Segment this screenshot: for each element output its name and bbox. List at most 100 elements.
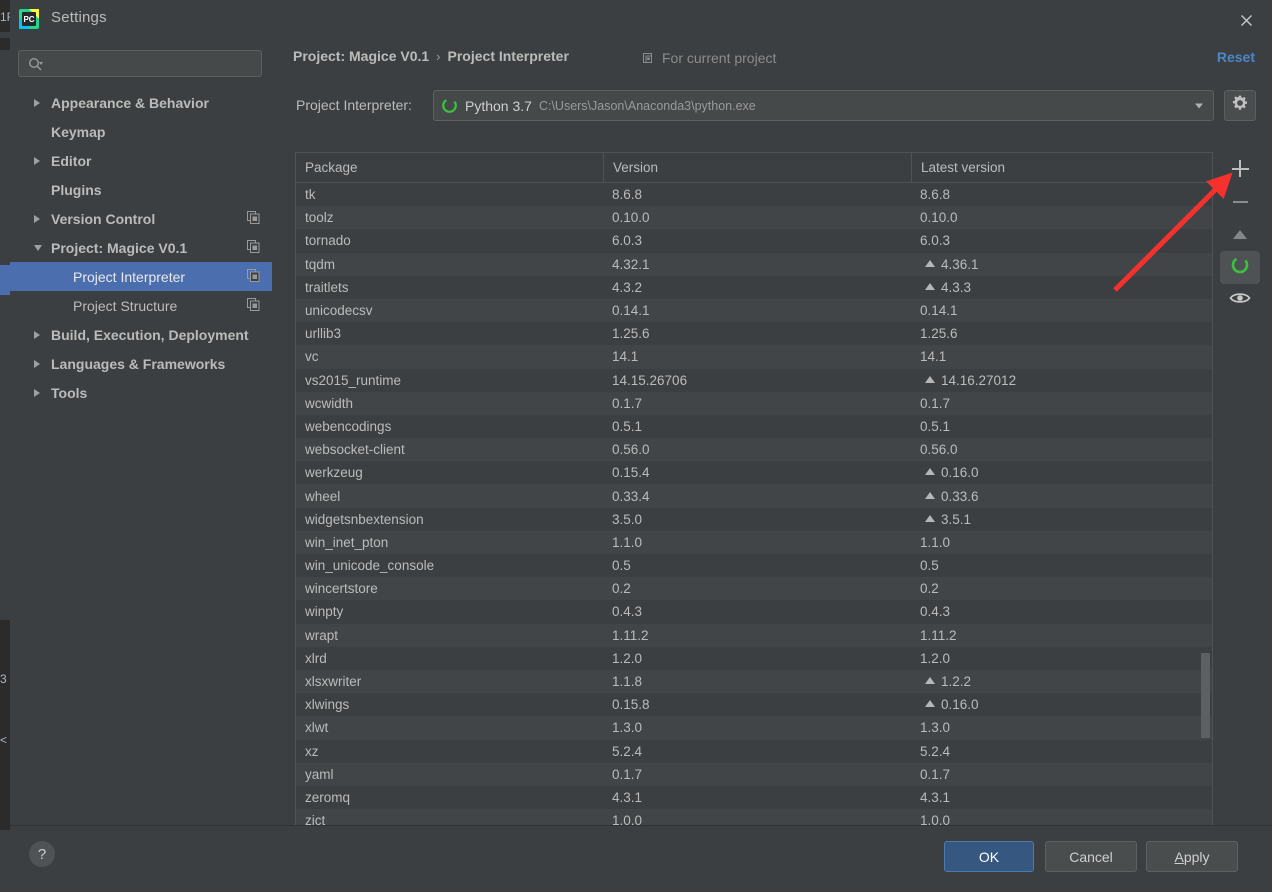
interpreter-settings-button[interactable]: [1224, 90, 1256, 121]
copy-settings-icon[interactable]: [247, 239, 260, 256]
chevron-right-icon[interactable]: [34, 388, 40, 397]
copy-settings-icon[interactable]: [247, 297, 260, 314]
cell-latest-version: 4.3.3: [911, 276, 1212, 299]
cancel-button[interactable]: Cancel: [1045, 841, 1137, 872]
table-row[interactable]: werkzeug 0.15.4 0.16.0: [296, 461, 1212, 485]
latest-version-text: 0.4.3: [920, 604, 951, 620]
cell-version: 0.33.4: [612, 488, 650, 504]
cell-package: tornado: [305, 233, 351, 249]
table-row[interactable]: traitlets 4.3.2 4.3.3: [296, 275, 1212, 299]
latest-version-text: 4.3.1: [920, 789, 951, 805]
cell-version: 1.3.0: [612, 720, 643, 736]
column-header-version[interactable]: Version: [603, 153, 911, 182]
cell-package: xlrd: [305, 650, 327, 666]
table-row[interactable]: wincertstore 0.2 0.2: [296, 577, 1212, 601]
svg-text:PC: PC: [23, 15, 34, 24]
sidebar-item-build-execution-deployment[interactable]: Build, Execution, Deployment: [10, 320, 272, 349]
for-current-project-label: For current project: [662, 50, 777, 66]
table-row[interactable]: xlrd 1.2.0 1.2.0: [296, 646, 1212, 670]
settings-tree: Appearance & Behavior Keymap Editor Plugins…: [10, 88, 272, 407]
table-row[interactable]: xlsxwriter 1.1.8 1.2.2: [296, 669, 1212, 694]
table-row[interactable]: winpty 0.4.3 0.4.3: [296, 600, 1212, 624]
cell-package: vs2015_runtime: [305, 372, 402, 388]
chevron-down-icon[interactable]: [34, 244, 42, 251]
table-row[interactable]: win_unicode_console 0.5 0.5: [296, 554, 1212, 578]
table-row[interactable]: win_inet_pton 1.1.0 1.1.0: [296, 530, 1212, 554]
cell-package: tk: [305, 187, 316, 203]
table-row[interactable]: widgetsnbextension 3.5.0 3.5.1: [296, 507, 1212, 531]
latest-version-text: 5.2.4: [920, 743, 951, 759]
packages-toolbar: [1220, 152, 1260, 828]
sidebar-item-project-structure[interactable]: Project Structure: [10, 291, 272, 320]
refresh-packages-button[interactable]: [1220, 251, 1260, 284]
table-row[interactable]: tqdm 4.32.1 4.36.1: [296, 252, 1212, 276]
sidebar-item-tools[interactable]: Tools: [10, 378, 272, 407]
sidebar-item-languages-frameworks[interactable]: Languages & Frameworks: [10, 349, 272, 378]
sidebar-item-editor[interactable]: Editor: [10, 146, 272, 175]
show-early-releases-button[interactable]: [1220, 284, 1260, 317]
table-row[interactable]: unicodecsv 0.14.1 0.14.1: [296, 298, 1212, 323]
table-row[interactable]: vs2015_runtime 14.15.26706 14.16.27012: [296, 368, 1212, 392]
table-row[interactable]: xz 5.2.4 5.2.4: [296, 739, 1212, 763]
copy-settings-icon[interactable]: [247, 210, 260, 227]
latest-version-text: 0.5: [920, 558, 939, 574]
upgrade-package-button[interactable]: [1220, 218, 1260, 251]
table-row[interactable]: wrapt 1.11.2 1.11.2: [296, 623, 1212, 647]
search-input[interactable]: [18, 50, 262, 77]
copy-settings-icon[interactable]: [247, 268, 260, 285]
table-row[interactable]: webencodings 0.5.1 0.5.1: [296, 414, 1212, 439]
interpreter-dropdown[interactable]: Python 3.7 C:\Users\Jason\Anaconda3\pyth…: [433, 90, 1214, 121]
table-row[interactable]: xlwings 0.15.8 0.16.0: [296, 693, 1212, 717]
dialog-footer: ? OK Cancel Apply: [10, 825, 1272, 892]
chevron-right-icon[interactable]: [34, 359, 40, 368]
table-row[interactable]: wheel 0.33.4 0.33.6: [296, 484, 1212, 508]
column-header-latest-version[interactable]: Latest version: [911, 153, 1212, 182]
reset-link[interactable]: Reset: [1217, 49, 1255, 65]
sidebar-item-appearance-behavior[interactable]: Appearance & Behavior: [10, 88, 272, 117]
cell-latest-version: 0.2: [911, 577, 1212, 600]
interpreter-label: Project Interpreter:: [296, 97, 412, 113]
cell-version: 0.4.3: [612, 604, 643, 620]
add-package-button[interactable]: [1220, 152, 1260, 185]
table-row[interactable]: urllib3 1.25.6 1.25.6: [296, 322, 1212, 346]
scrollbar-thumb[interactable]: [1201, 653, 1210, 738]
sidebar-item-version-control[interactable]: Version Control: [10, 204, 272, 233]
table-row[interactable]: zeromq 4.3.1 4.3.1: [296, 785, 1212, 810]
table-row[interactable]: websocket-client 0.56.0 0.56.0: [296, 438, 1212, 462]
help-button[interactable]: ?: [29, 841, 55, 867]
chevron-right-icon[interactable]: [34, 330, 40, 339]
apply-button[interactable]: Apply: [1146, 841, 1238, 872]
breadcrumb-parent[interactable]: Project: Magice V0.1: [293, 48, 429, 64]
ok-button[interactable]: OK: [944, 841, 1034, 872]
table-row[interactable]: xlwt 1.3.0 1.3.0: [296, 716, 1212, 740]
table-row[interactable]: wcwidth 0.1.7 0.1.7: [296, 391, 1212, 415]
latest-version-text: 14.1: [920, 349, 947, 365]
table-row[interactable]: vc 14.1 14.1: [296, 345, 1212, 369]
table-row[interactable]: toolz 0.10.0 0.10.0: [296, 206, 1212, 230]
cell-version: 6.0.3: [612, 233, 643, 249]
sidebar-item-plugins[interactable]: Plugins: [10, 175, 272, 204]
up-triangle-icon: [925, 282, 935, 290]
table-row[interactable]: yaml 0.1.7 0.1.7: [296, 762, 1212, 786]
sidebar-item-project-magice-v0-1[interactable]: Project: Magice V0.1: [10, 233, 272, 262]
remove-package-button[interactable]: [1220, 185, 1260, 218]
eye-icon: [1229, 290, 1251, 311]
close-icon[interactable]: [1228, 5, 1264, 35]
table-row[interactable]: tornado 6.0.3 6.0.3: [296, 229, 1212, 253]
latest-version-text: 0.1.7: [920, 766, 951, 782]
settings-sidebar: Appearance & Behavior Keymap Editor Plugins…: [10, 38, 273, 825]
cell-version: 8.6.8: [612, 187, 643, 203]
sidebar-item-label: Project Structure: [73, 297, 178, 314]
chevron-right-icon[interactable]: [34, 98, 40, 107]
chevron-right-icon[interactable]: [34, 156, 40, 165]
interpreter-name: Python 3.7: [465, 97, 532, 114]
packages-table-scrollbar[interactable]: [1200, 183, 1211, 827]
table-row[interactable]: tk 8.6.8 8.6.8: [296, 183, 1212, 207]
sidebar-item-keymap[interactable]: Keymap: [10, 117, 272, 146]
bg-text-fragment-mid: 3: [0, 672, 7, 686]
column-header-package[interactable]: Package: [296, 153, 603, 182]
chevron-right-icon[interactable]: [34, 214, 40, 223]
up-triangle-icon: [925, 491, 935, 499]
cell-package: vc: [305, 349, 319, 365]
sidebar-item-project-interpreter[interactable]: Project Interpreter: [10, 262, 272, 291]
